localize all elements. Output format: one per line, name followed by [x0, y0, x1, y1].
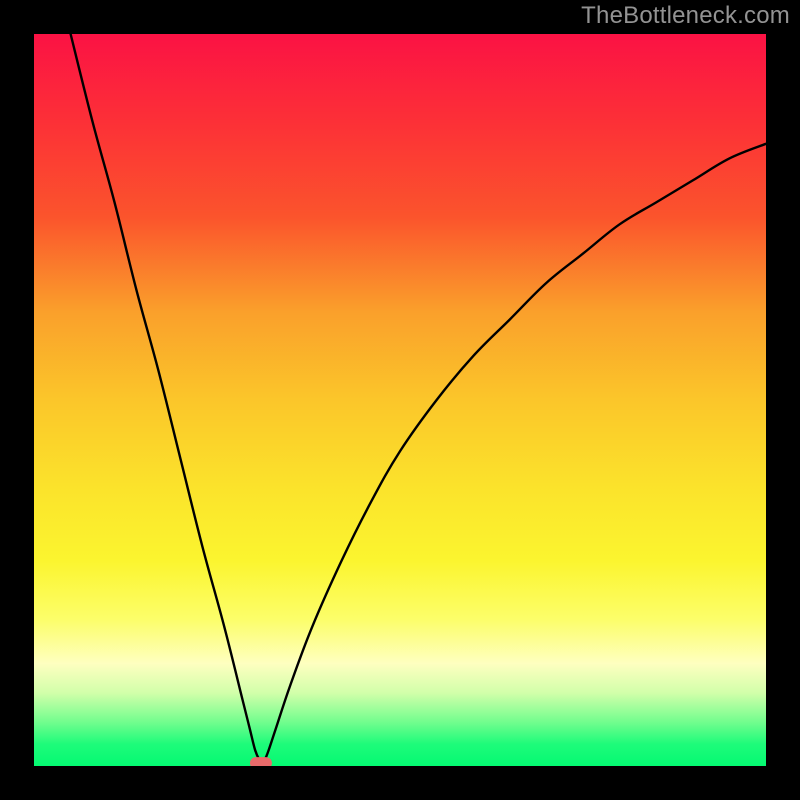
bottleneck-chart	[34, 34, 766, 766]
plot-area	[34, 34, 766, 766]
watermark-text: TheBottleneck.com	[581, 2, 790, 30]
optimum-marker	[250, 757, 272, 766]
chart-frame: TheBottleneck.com	[0, 0, 800, 800]
gradient-background	[34, 34, 766, 766]
